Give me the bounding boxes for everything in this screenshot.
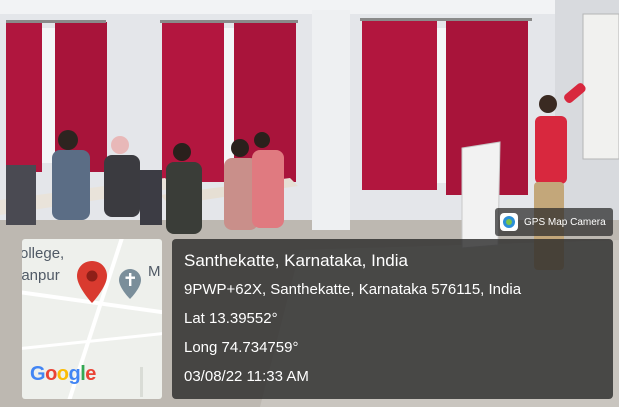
- curtain-3: [162, 22, 224, 182]
- student-5-body: [252, 150, 284, 228]
- student-2-head: [111, 136, 129, 154]
- address-line: 9PWP+62X, Santhekatte, Karnataka 576115,…: [184, 281, 522, 298]
- rod-1: [6, 20, 106, 23]
- student-5-head: [254, 132, 270, 148]
- map-thumbnail: ollege, janpur M Google: [22, 239, 162, 399]
- student-4-head: [231, 139, 249, 157]
- longitude-line: Long 74.734759°: [184, 339, 299, 356]
- location-title: Santhekatte, Karnataka, India: [184, 251, 408, 270]
- map-road-4: [140, 367, 143, 397]
- whiteboard: [582, 13, 619, 160]
- map-label-m: M: [148, 263, 161, 280]
- google-brand-text: Google: [30, 363, 96, 385]
- badge-label: GPS Map Camera: [524, 216, 606, 228]
- gps-map-camera-icon: [500, 213, 518, 231]
- gps-map-camera-badge: GPS Map Camera: [495, 208, 613, 236]
- map-label-janpur: janpur: [22, 267, 60, 284]
- teacher-shirt: [535, 116, 567, 184]
- geotag-panel: Santhekatte, Karnataka, India 9PWP+62X, …: [172, 239, 613, 399]
- curtain-2: [55, 22, 107, 172]
- location-pin-icon: [77, 261, 107, 303]
- latitude-line: Lat 13.39552°: [184, 310, 278, 327]
- pillar: [312, 10, 350, 230]
- photo-frame: GPS Map Camera ollege, janpur M Google S…: [0, 0, 619, 407]
- rod-3: [360, 18, 532, 21]
- teacher-head: [539, 95, 557, 113]
- student-2-body: [104, 155, 140, 217]
- curtain-5: [362, 20, 437, 190]
- student-3-body: [166, 162, 202, 234]
- google-logo: Google: [30, 363, 96, 386]
- chair-mid: [140, 170, 162, 225]
- church-marker-icon: [119, 269, 141, 299]
- student-1-head: [58, 130, 78, 150]
- student-3-head: [173, 143, 191, 161]
- rod-2: [160, 20, 298, 23]
- student-1-body: [52, 150, 90, 220]
- map-label-college: ollege,: [22, 245, 65, 262]
- curtain-1: [6, 22, 42, 172]
- datetime-line: 03/08/22 11:33 AM: [184, 368, 309, 385]
- ceiling-band: [0, 0, 619, 14]
- chair-left: [6, 165, 36, 225]
